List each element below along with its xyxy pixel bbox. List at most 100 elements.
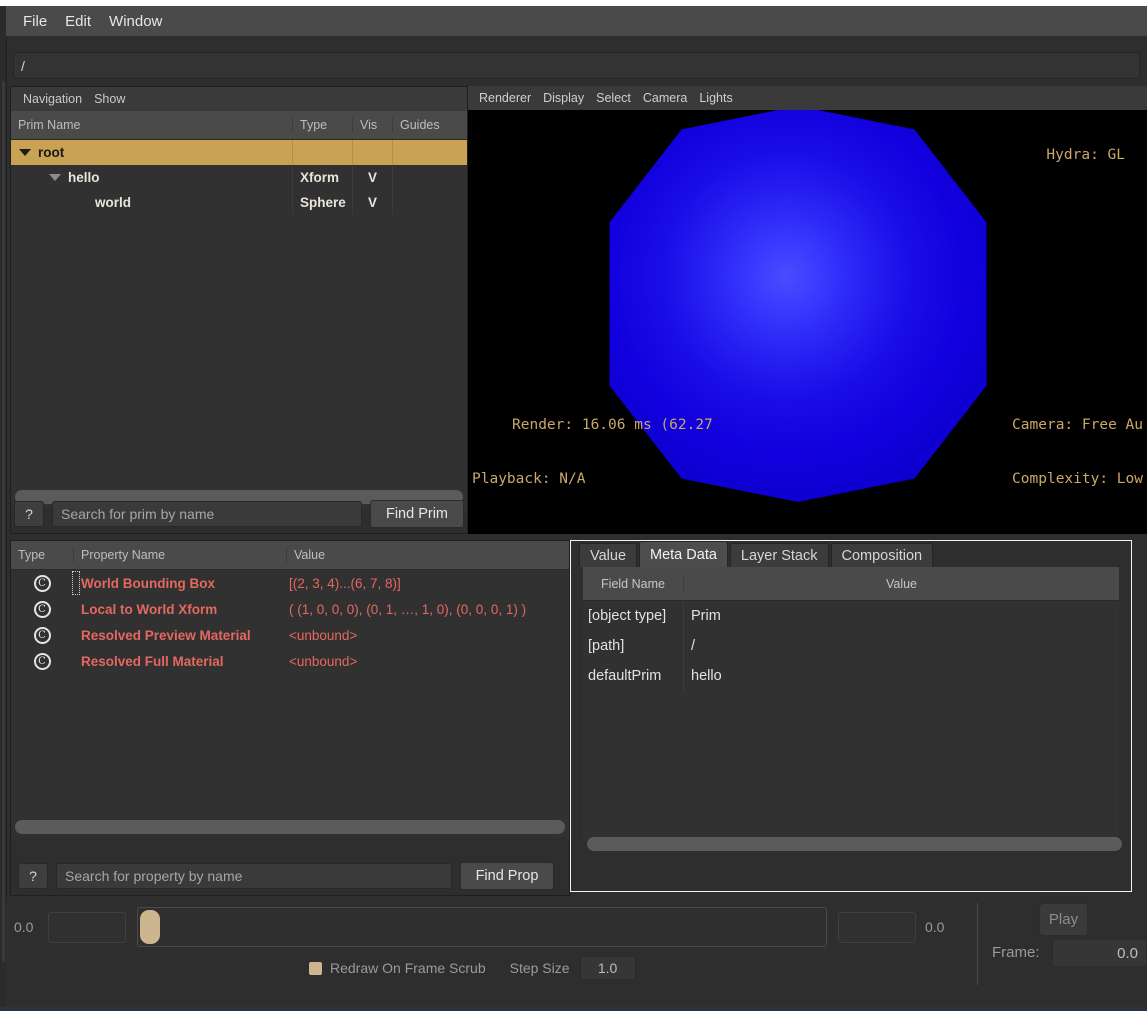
tree-col-prim-name[interactable]: Prim Name xyxy=(11,118,292,132)
frame-slider[interactable] xyxy=(137,907,827,947)
property-name-1: Local to World Xform xyxy=(81,601,218,617)
tree-row-world[interactable]: world Sphere V xyxy=(11,190,467,215)
timeline-end-label: 0.0 xyxy=(925,919,945,935)
menu-navigation[interactable]: Navigation xyxy=(17,91,88,107)
composed-attribute-icon: C xyxy=(33,626,51,644)
prim-tree-panel: Navigation Show Prim Name Type Vis Guide… xyxy=(10,86,468,534)
inspector-tabbar: Value Meta Data Layer Stack Composition xyxy=(571,541,1131,567)
expander-open-dim-icon[interactable] xyxy=(49,174,61,181)
property-horizontal-scrollbar[interactable] xyxy=(15,820,565,834)
prim-search-help-button[interactable]: ? xyxy=(14,501,44,527)
property-name-3: Resolved Full Material xyxy=(81,653,224,669)
property-search-input[interactable]: Search for property by name xyxy=(56,863,452,889)
menu-camera[interactable]: Camera xyxy=(637,90,693,106)
meta-field-1: [path] xyxy=(588,638,625,654)
menu-display[interactable]: Display xyxy=(537,90,590,106)
menu-select[interactable]: Select xyxy=(590,90,637,106)
tree-col-vis[interactable]: Vis xyxy=(352,118,392,132)
step-size-input[interactable]: 1.0 xyxy=(579,956,636,980)
property-focus-rect xyxy=(72,571,80,595)
tree-row-world-type: Sphere xyxy=(292,190,352,215)
timeline-end-input[interactable] xyxy=(838,911,916,943)
find-prim-button[interactable]: Find Prim xyxy=(370,500,464,528)
hud-playback: Playback: N/A xyxy=(472,471,586,487)
tree-row-hello[interactable]: hello Xform V xyxy=(11,165,467,190)
tree-row-root-guides[interactable] xyxy=(392,140,466,165)
menu-edit[interactable]: Edit xyxy=(56,11,100,32)
tree-col-guides[interactable]: Guides xyxy=(392,118,466,132)
property-type-cell-1: C xyxy=(11,596,73,622)
viewport-panel[interactable]: Renderer Display Select Camera Lights Hy… xyxy=(468,86,1147,534)
tree-row-root-vis[interactable] xyxy=(352,140,392,165)
property-type-cell-3: C xyxy=(11,648,73,674)
property-col-type[interactable]: Type xyxy=(11,548,73,562)
meta-row-default-prim[interactable]: defaultPrim hello xyxy=(583,661,1119,691)
meta-field-0: [object type] xyxy=(588,608,667,624)
timeline-start-input[interactable] xyxy=(48,911,126,943)
menu-renderer[interactable]: Renderer xyxy=(473,90,537,106)
redraw-on-frame-scrub-label: Redraw On Frame Scrub xyxy=(330,960,486,976)
frame-input[interactable]: 0.0 xyxy=(1052,939,1147,967)
meta-col-value[interactable]: Value xyxy=(683,576,1119,591)
redraw-on-frame-scrub-checkbox[interactable] xyxy=(309,961,322,975)
hud-stats-left: Render: 16.06 ms (62.27 Playback: N/A xyxy=(472,380,713,524)
tree-row-hello-name-cell: hello xyxy=(11,165,292,190)
hud-complexity: Complexity: Low xyxy=(1012,471,1143,487)
window-bottom-edge xyxy=(0,1007,1147,1011)
property-row-resolved-preview-material[interactable]: C Resolved Preview Material <unbound> xyxy=(11,622,569,648)
hud-render-time: Render: 16.06 ms (62.27 xyxy=(512,417,713,433)
meta-value-1: / xyxy=(683,631,1119,661)
tree-row-root[interactable]: root xyxy=(11,140,467,165)
meta-row-path[interactable]: [path] / xyxy=(583,631,1119,661)
meta-col-field-name[interactable]: Field Name xyxy=(583,577,683,591)
prim-search-input[interactable]: Search for prim by name xyxy=(52,501,362,527)
property-row-world-bounding-box[interactable]: C World Bounding Box [(2, 3, 4)...(6, 7,… xyxy=(11,570,569,596)
prim-path-value: / xyxy=(21,57,25,74)
property-type-cell-0: C xyxy=(11,570,73,596)
hud-renderer-label: Hydra: GL xyxy=(1046,147,1125,163)
tree-row-hello-label: hello xyxy=(68,170,100,185)
property-row-local-to-world-xform[interactable]: C Local to World Xform ( (1, 0, 0, 0), (… xyxy=(11,596,569,622)
meta-header-row: Field Name Value xyxy=(583,567,1119,601)
frame-slider-handle[interactable] xyxy=(140,910,160,944)
meta-row-object-type[interactable]: [object type] Prim xyxy=(583,601,1119,631)
meta-horizontal-scrollbar[interactable] xyxy=(587,837,1122,851)
tree-row-world-vis[interactable]: V xyxy=(352,190,392,215)
menu-show[interactable]: Show xyxy=(88,91,131,107)
property-row-resolved-full-material[interactable]: C Resolved Full Material <unbound> xyxy=(11,648,569,674)
find-prop-button[interactable]: Find Prop xyxy=(460,862,554,890)
tab-composition[interactable]: Composition xyxy=(830,543,934,567)
frame-label: Frame: xyxy=(992,944,1040,961)
property-panel: Type Property Name Value C World Boundin… xyxy=(10,540,570,896)
expander-open-icon[interactable] xyxy=(19,149,31,156)
tree-body: root hello Xform V world Sphere V xyxy=(11,140,467,508)
timeline-bar: 0.0 0.0 Redraw On Frame Scrub Step Size … xyxy=(6,897,1147,1011)
timeline-divider xyxy=(977,903,978,985)
tree-row-hello-type: Xform xyxy=(292,165,352,190)
menu-window[interactable]: Window xyxy=(100,11,171,32)
property-col-name[interactable]: Property Name xyxy=(73,548,286,562)
play-button[interactable]: Play xyxy=(1039,903,1088,936)
tab-meta-data[interactable]: Meta Data xyxy=(639,541,728,567)
property-search-help-button[interactable]: ? xyxy=(18,863,48,889)
meta-scrollbar-thumb[interactable] xyxy=(587,837,1122,851)
render-stage[interactable]: Hydra: GL Render: 16.06 ms (62.27 Playba… xyxy=(468,110,1147,534)
viewport-menubar: Renderer Display Select Camera Lights xyxy=(468,86,1147,110)
composed-attribute-icon: C xyxy=(33,600,51,618)
tree-col-type[interactable]: Type xyxy=(292,118,352,132)
tree-header-row: Prim Name Type Vis Guides xyxy=(11,111,467,140)
tab-value[interactable]: Value xyxy=(579,543,638,567)
usdview-window: File Edit Window / Navigation Show Prim … xyxy=(0,6,1147,1011)
hud-stats-right: Camera: Free Au Complexity: Low xyxy=(1012,380,1143,524)
property-scrollbar-thumb[interactable] xyxy=(15,820,565,834)
tree-row-hello-vis[interactable]: V xyxy=(352,165,392,190)
prim-path-input[interactable]: / xyxy=(13,52,1140,79)
property-col-value[interactable]: Value xyxy=(286,548,569,562)
tree-row-world-guides[interactable] xyxy=(392,190,466,215)
window-frame-seam xyxy=(2,82,5,962)
menu-lights[interactable]: Lights xyxy=(693,90,738,106)
tab-layer-stack[interactable]: Layer Stack xyxy=(729,543,829,567)
tree-row-hello-guides[interactable] xyxy=(392,165,466,190)
meta-value-2: hello xyxy=(683,661,1119,691)
menu-file[interactable]: File xyxy=(14,11,56,32)
